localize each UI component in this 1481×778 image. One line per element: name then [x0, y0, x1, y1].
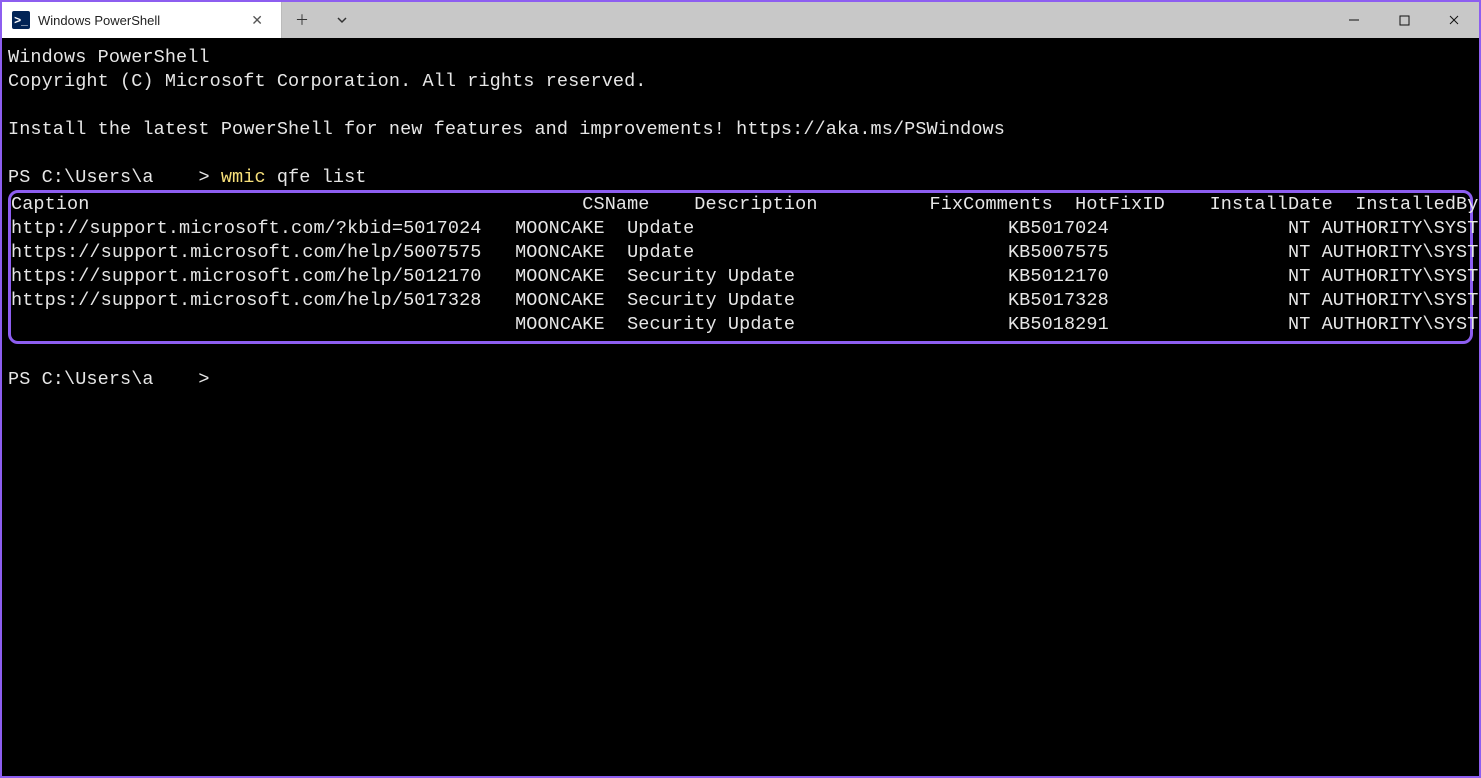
maximize-button[interactable]	[1379, 2, 1429, 38]
powershell-icon: >_	[12, 11, 30, 29]
window-controls	[1329, 2, 1479, 38]
close-icon	[1448, 14, 1460, 26]
output-row: https://support.microsoft.com/help/50173…	[11, 290, 1479, 311]
banner-line: Windows PowerShell	[8, 47, 210, 68]
banner-line: Copyright (C) Microsoft Corporation. All…	[8, 71, 647, 92]
output-highlight-box: Caption CSName Description FixComments H…	[8, 190, 1473, 344]
tab-title: Windows PowerShell	[38, 13, 237, 28]
maximize-icon	[1399, 15, 1410, 26]
tab-dropdown-button[interactable]	[322, 2, 362, 38]
terminal-body[interactable]: Windows PowerShell Copyright (C) Microso…	[2, 38, 1479, 776]
new-tab-button[interactable]: ＋	[282, 2, 322, 38]
banner-line: Install the latest PowerShell for new fe…	[8, 119, 1005, 140]
prompt: PS C:\Users\a > wmic qfe list	[8, 167, 366, 188]
minimize-icon	[1348, 14, 1360, 26]
output-header: Caption CSName Description FixComments H…	[11, 194, 1479, 215]
prompt: PS C:\Users\a >	[8, 369, 210, 390]
terminal-window: >_ Windows PowerShell ✕ ＋ Windows PowerS…	[0, 0, 1481, 778]
output-row: https://support.microsoft.com/help/50121…	[11, 266, 1479, 287]
tab-powershell[interactable]: >_ Windows PowerShell ✕	[2, 2, 282, 38]
output-row: http://support.microsoft.com/?kbid=50170…	[11, 218, 1479, 239]
command-highlight: wmic	[221, 167, 266, 188]
minimize-button[interactable]	[1329, 2, 1379, 38]
titlebar: >_ Windows PowerShell ✕ ＋	[2, 2, 1479, 38]
titlebar-drag-area[interactable]	[362, 2, 1329, 38]
chevron-down-icon	[336, 14, 348, 26]
output-row: https://support.microsoft.com/help/50075…	[11, 242, 1479, 263]
close-button[interactable]	[1429, 2, 1479, 38]
tab-close-button[interactable]: ✕	[245, 10, 269, 31]
output-row: MOONCAKE Security Update KB5018291 NT AU…	[11, 314, 1479, 335]
